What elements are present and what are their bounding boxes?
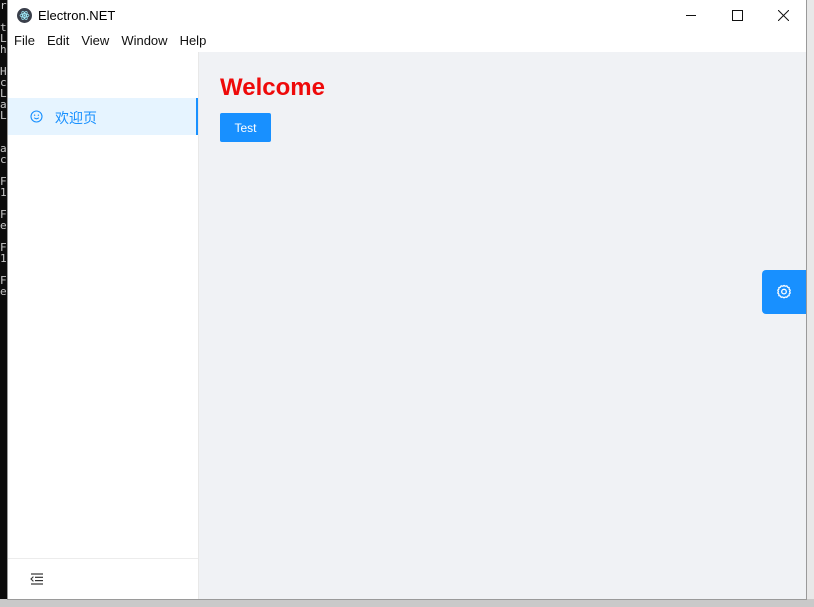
menu-edit[interactable]: Edit xyxy=(41,30,75,52)
terminal-line: 1 xyxy=(0,252,7,265)
menu-view[interactable]: View xyxy=(75,30,115,52)
menu-file[interactable]: File xyxy=(8,30,41,52)
terminal-line: c xyxy=(0,153,7,166)
close-button[interactable] xyxy=(760,0,806,30)
minimize-icon xyxy=(685,14,696,16)
menu-fold-icon[interactable] xyxy=(30,573,44,585)
sidebar-item-welcome[interactable]: 欢迎页 xyxy=(8,98,198,135)
terminal-line: r xyxy=(0,0,7,12)
window-title: Electron.NET xyxy=(38,8,116,23)
page-title: Welcome xyxy=(220,74,325,101)
menu-window[interactable]: Window xyxy=(115,30,173,52)
maximize-button[interactable] xyxy=(714,0,760,30)
menu-help[interactable]: Help xyxy=(174,30,213,52)
title-bar[interactable]: Electron.NET xyxy=(8,0,806,30)
sidebar: 欢迎页 xyxy=(8,52,199,599)
background-desktop xyxy=(806,0,814,607)
terminal-line: e xyxy=(0,285,7,298)
background-terminal: r t L h H c L a L a c F 1 F e F 1 F e xyxy=(0,0,8,607)
main-content: Welcome Test xyxy=(199,52,806,599)
app-window: Electron.NET File Edit View Window Help … xyxy=(8,0,806,599)
close-icon xyxy=(777,9,789,21)
gear-icon xyxy=(777,284,791,299)
sidebar-item-label: 欢迎页 xyxy=(55,110,97,126)
terminal-line: 1 xyxy=(0,186,7,199)
sidebar-footer xyxy=(8,558,198,599)
maximize-icon xyxy=(731,9,743,21)
menu-bar: File Edit View Window Help xyxy=(8,30,806,52)
terminal-line: h xyxy=(0,43,7,56)
smile-icon xyxy=(30,110,43,123)
background-taskbar-edge xyxy=(0,599,814,607)
test-button[interactable]: Test xyxy=(220,113,271,142)
terminal-line: L xyxy=(0,109,7,122)
settings-button[interactable] xyxy=(762,270,806,314)
electron-logo-icon xyxy=(17,8,32,23)
terminal-line: e xyxy=(0,219,7,232)
minimize-button[interactable] xyxy=(668,0,714,30)
